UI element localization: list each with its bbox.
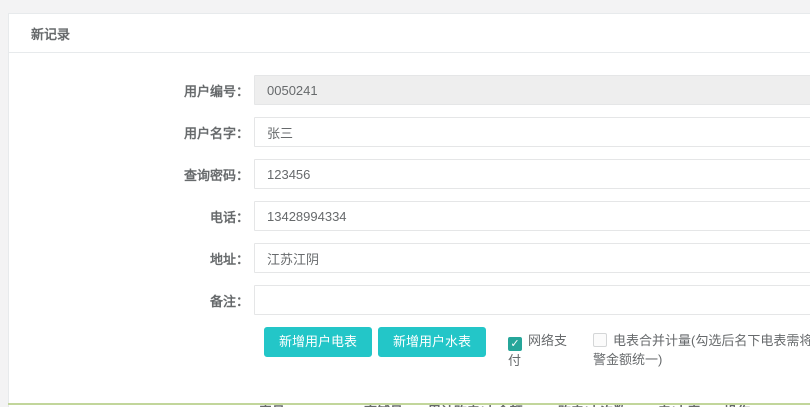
bottom-divider-line [8,403,810,405]
address-label: 地址： [9,249,254,268]
form-row-remarks: 备注： [9,285,810,315]
network-payment-checkbox[interactable]: ✓网络支付 [508,331,568,370]
form-row-user-id: 用户编号： [9,75,810,105]
merge-metering-checkbox[interactable]: 电表合并计量(勾选后名下电表需将报警金额统一) [593,331,810,369]
add-electric-meter-button[interactable]: 新增用户电表 [264,327,372,357]
remarks-label: 备注： [9,291,254,310]
action-row: 新增用户电表 新增用户水表 ✓网络支付 电表合并计量(勾选后名下电表需将报警金额… [264,327,810,371]
form-row-phone: 电话： [9,201,810,231]
column-header-meter-type: 电/水表 [653,395,719,407]
phone-input[interactable] [254,201,810,231]
form-row-query-password: 查询密码： [9,159,810,189]
meter-table-header-row: 表号 商铺号 累计购电/水金额 购电/水次数 电/水表 操作 [254,395,810,407]
panel-header: 新记录 [9,14,810,53]
checkbox-checked-icon: ✓ [508,337,522,351]
meter-table: 表号 商铺号 累计购电/水金额 购电/水次数 电/水表 操作 [254,395,810,407]
user-id-input [254,75,810,105]
user-name-label: 用户名字： [9,123,254,142]
merge-metering-label: 电表合并计量(勾选后名下电表需将报警金额统一) [593,333,810,367]
form-row-address: 地址： [9,243,810,273]
user-name-input[interactable] [254,117,810,147]
remarks-input[interactable] [254,285,810,315]
column-header-purchase-times: 购电/水次数 [553,395,653,407]
phone-label: 电话： [9,207,254,226]
form-row-user-name: 用户名字： [9,117,810,147]
query-password-input[interactable] [254,159,810,189]
add-water-meter-button[interactable]: 新增用户水表 [378,327,486,357]
query-password-label: 查询密码： [9,165,254,184]
panel-content: 用户编号： 用户名字： 查询密码： 电话： 地址： 备注： 新增用户电表 新增用… [9,53,810,407]
address-input[interactable] [254,243,810,273]
checkmark-glyph: ✓ [510,338,519,350]
column-header-total-amount: 累计购电/水金额 [423,395,553,407]
page-title: 新记录 [31,24,70,43]
column-header-meter-no: 表号 [254,395,359,407]
user-id-label: 用户编号： [9,81,254,100]
column-header-actions: 操作 [719,395,810,407]
checkbox-unchecked-icon [593,333,607,347]
column-header-shop-no: 商铺号 [359,395,423,407]
new-record-panel: 新记录 用户编号： 用户名字： 查询密码： 电话： 地址： 备注： 新增用户 [8,13,810,407]
